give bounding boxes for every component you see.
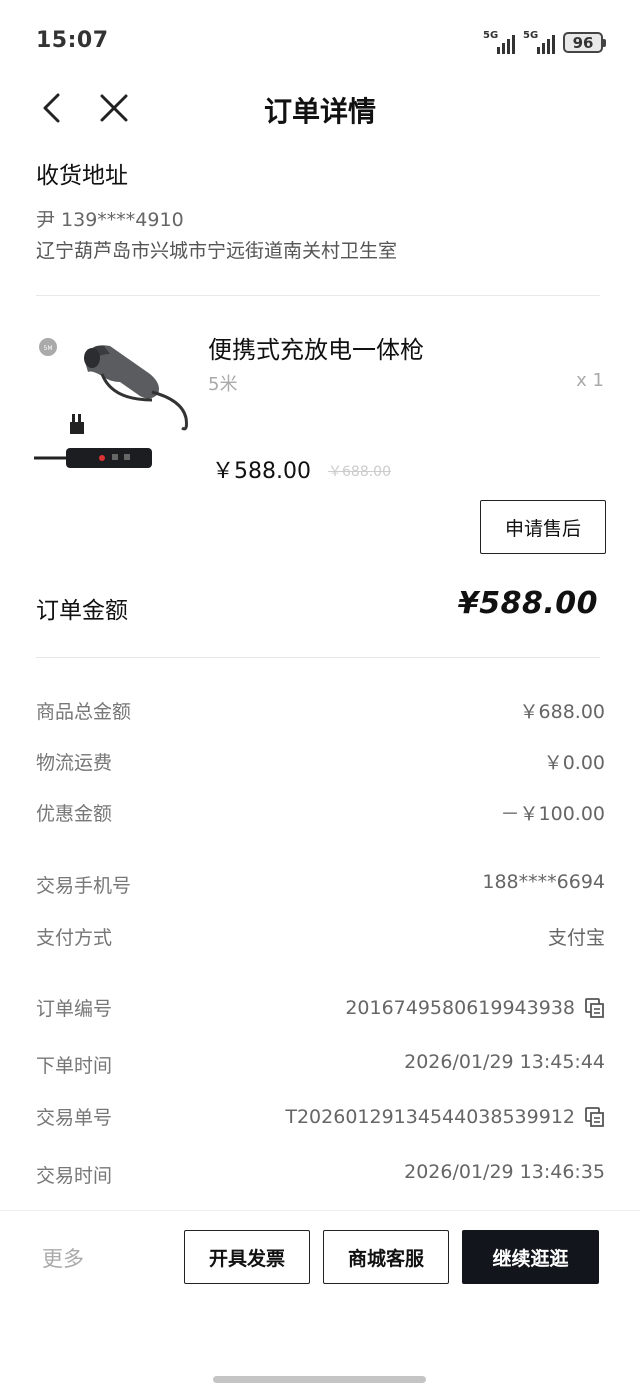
detail-value-goods-total: ￥688.00: [520, 697, 605, 724]
detail-label-shipping: 物流运费: [36, 752, 113, 774]
detail-value-text: 2026/01/29 13:45:44: [404, 1051, 605, 1073]
product-original-price: ￥688.00: [328, 464, 391, 480]
detail-value-text: 2016749580619943938: [345, 997, 575, 1019]
copy-button[interactable]: [583, 1105, 607, 1129]
detail-label-trade-number: 交易单号: [36, 1107, 113, 1129]
detail-label-order-number: 订单编号: [36, 998, 113, 1020]
divider: [36, 657, 600, 658]
order-total-label: 订单金额: [36, 598, 128, 624]
customer-service-button[interactable]: 商城客服: [323, 1230, 449, 1284]
svg-text:5M: 5M: [44, 345, 53, 352]
product-image[interactable]: 5M: [32, 330, 192, 480]
copy-icon: [585, 998, 604, 1018]
signal-icon: 5G: [483, 30, 517, 54]
battery-icon: 96: [563, 32, 603, 53]
battery-tip: [603, 39, 606, 47]
more-button[interactable]: 更多: [42, 1243, 84, 1273]
detail-value-shipping: ￥0.00: [544, 748, 605, 775]
product-spec: 5米: [208, 374, 238, 395]
invoice-button[interactable]: 开具发票: [184, 1230, 310, 1284]
page-title: 订单详情: [263, 95, 376, 128]
address-line: 辽宁葫芦岛市兴城市宁远街道南关村卫生室: [36, 240, 398, 262]
address-section-title: 收货地址: [36, 163, 128, 189]
detail-label-order-time: 下单时间: [36, 1055, 113, 1077]
copy-button[interactable]: [583, 996, 607, 1020]
detail-label-payment: 支付方式: [36, 927, 113, 949]
signal-icon: 5G: [523, 30, 557, 54]
home-indicator[interactable]: [213, 1376, 426, 1383]
detail-value-text: －￥100.00: [500, 803, 605, 825]
signal-label: 5G: [523, 30, 539, 41]
detail-label-goods-total: 商品总金额: [36, 701, 132, 723]
charging-gun-icon: 5M: [34, 338, 188, 468]
detail-label-phone: 交易手机号: [36, 875, 132, 897]
detail-value-text: 2026/01/29 13:46:35: [404, 1161, 605, 1183]
detail-value-text: ￥0.00: [543, 752, 605, 774]
continue-shopping-button[interactable]: 继续逛逛: [462, 1230, 599, 1284]
detail-value-text: 188****6694: [482, 871, 605, 893]
status-time: 15:07: [36, 28, 109, 53]
product-price: ￥588.00: [212, 459, 311, 484]
detail-label-discount: 优惠金额: [36, 803, 113, 825]
detail-value-order-time: 2026/01/29 13:45:44: [404, 1051, 605, 1073]
detail-value-trade-number: T2026012913454403853991​2: [285, 1105, 607, 1129]
detail-value-order-number: 2016749580619943938: [345, 996, 607, 1020]
copy-icon: [585, 1107, 604, 1127]
after-sale-button[interactable]: 申请售后: [480, 500, 606, 554]
detail-value-text: 支付宝: [547, 927, 605, 949]
detail-value-text: T2026012913454403853991​2: [285, 1106, 575, 1128]
divider: [36, 295, 600, 296]
detail-label-trade-time: 交易时间: [36, 1165, 113, 1187]
detail-value-discount: －￥100.00: [501, 799, 605, 826]
detail-value-trade-time: 2026/01/29 13:46:35: [404, 1161, 605, 1183]
detail-value-payment: 支付宝: [548, 923, 605, 950]
product-quantity: x 1: [576, 370, 604, 391]
order-total-value: ¥588.00: [457, 586, 598, 621]
detail-value-text: ￥688.00: [519, 701, 605, 723]
address-name-phone: 尹 139****4910: [36, 209, 184, 231]
bottom-bar-divider: [0, 1210, 640, 1211]
signal-label: 5G: [483, 30, 499, 41]
detail-value-phone: 188****6694: [482, 871, 605, 893]
product-name: 便携式充放电一体枪: [208, 336, 424, 364]
